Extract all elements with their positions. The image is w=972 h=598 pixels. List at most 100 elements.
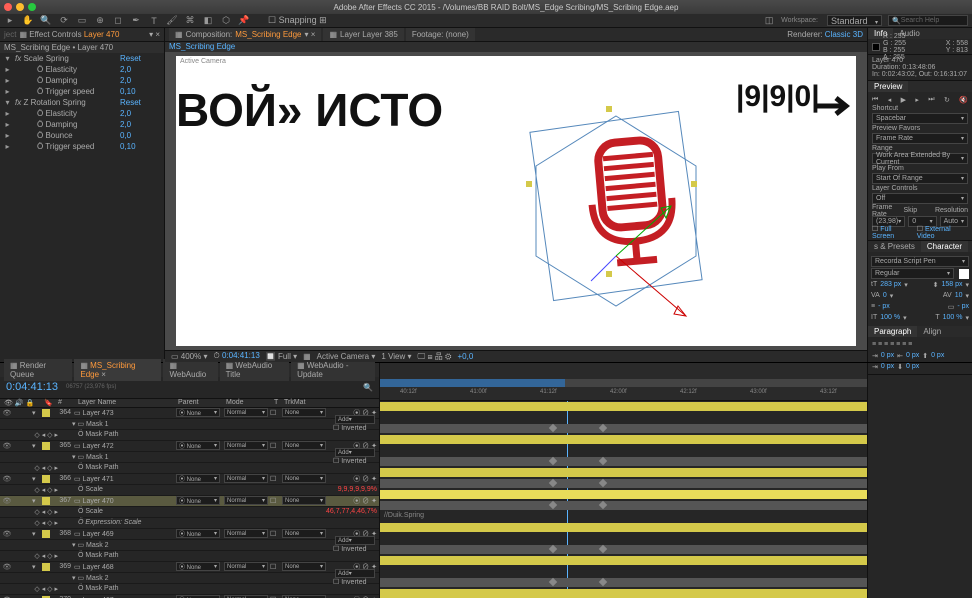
shape-tool-icon[interactable]: ◻: [112, 15, 124, 27]
layer-row[interactable]: 👁 ▾ 370▭ Layer 467 ⦿ None Normal ☐ None …: [0, 595, 379, 598]
time-ruler[interactable]: 40:12f41:00f41:12f42:00f42:12f43:00f43:1…: [380, 377, 867, 401]
layer-row[interactable]: ◇ ◂ ◇ ▸ Ö Mask Path: [0, 551, 379, 562]
para-align-buttons[interactable]: ≡ ≡ ≡ ≡ ≡ ≡ ≡: [872, 339, 968, 350]
font-dd[interactable]: Recorda Script Pen: [871, 256, 969, 267]
renderer-link[interactable]: Classic 3D: [825, 30, 863, 39]
layer-row[interactable]: 👁 ▾ 365▭ Layer 472 ⦿ None Normal ☐ None …: [0, 441, 379, 452]
layer-row[interactable]: ▾ ▭ Mask 1 Add ☐ Inverted: [0, 452, 379, 463]
trkmat-dd[interactable]: None: [282, 496, 326, 505]
mode-dd[interactable]: Normal: [224, 496, 268, 505]
trkmat-dd[interactable]: None: [282, 441, 326, 450]
puppet-tool-icon[interactable]: 📌: [238, 15, 250, 27]
res-dropdown[interactable]: 🔲 Full ▾: [266, 352, 297, 361]
mode-dd[interactable]: Normal: [224, 441, 268, 450]
prev-frame-icon[interactable]: ◂: [888, 96, 892, 104]
maximize-window[interactable]: [28, 3, 36, 11]
current-time[interactable]: 0:04:41:13: [6, 381, 58, 393]
next-frame-icon[interactable]: ▸: [915, 96, 919, 104]
layer-row[interactable]: 👁 ▾ 368▭ Layer 469 ⦿ None Normal ☐ None …: [0, 529, 379, 540]
close-window[interactable]: [4, 3, 12, 11]
search-help[interactable]: 🔍 Search Help: [888, 15, 968, 26]
camera-tool-icon[interactable]: ▭: [76, 15, 88, 27]
comp-tab-layer[interactable]: ▦ Layer Layer 385: [323, 28, 403, 41]
layer-row[interactable]: 👁 ▾ 369▭ Layer 468 ⦿ None Normal ☐ None …: [0, 562, 379, 573]
timeline-bars[interactable]: //Duik.Spring: [380, 401, 867, 589]
canvas-selected-layer[interactable]: [506, 106, 726, 346]
layer-list[interactable]: 👁 ▾ 364▭ Layer 473 ⦿ None Normal ☐ None …: [0, 408, 379, 598]
fx-prop[interactable]: ▸Ö Elasticity2,0: [0, 108, 164, 119]
comp-tab-main[interactable]: ▦ Composition: MS_Scribing Edge ▾ ×: [169, 28, 321, 41]
mode-dd[interactable]: Normal: [224, 474, 268, 483]
parent-dd[interactable]: ⦿ None: [176, 562, 220, 571]
hand-tool-icon[interactable]: ✋: [22, 15, 34, 27]
timeline-right[interactable]: 40:12f41:00f41:12f42:00f42:12f43:00f43:1…: [380, 363, 867, 598]
loop-icon[interactable]: ↻: [944, 96, 950, 104]
fx-prop[interactable]: ▸Ö Bounce0,0: [0, 130, 164, 141]
work-area-bar[interactable]: [380, 379, 867, 387]
fill-swatch[interactable]: [959, 269, 969, 279]
active-cam-dropdown[interactable]: Active Camera ▾: [317, 352, 376, 361]
fx-prop[interactable]: ▸Ö Elasticity2,0: [0, 64, 164, 75]
layer-row[interactable]: 👁 ▾ 364▭ Layer 473 ⦿ None Normal ☐ None …: [0, 408, 379, 419]
text-tool-icon[interactable]: T: [148, 15, 160, 27]
layer-row[interactable]: ◇ ◂ ◇ ▸ Ö Expression: Scale: [0, 518, 379, 529]
mag-dropdown[interactable]: ▭ 400% ▾: [171, 352, 208, 361]
eraser-tool-icon[interactable]: ◧: [202, 15, 214, 27]
layer-row[interactable]: ◇ ◂ ◇ ▸ Ö Scale46,7,77,4,46,7%: [0, 507, 379, 518]
comp-tab-footage[interactable]: Footage: (none): [406, 28, 475, 41]
tab-paragraph[interactable]: Paragraph: [868, 326, 917, 337]
fx-group[interactable]: ▾fx Scale SpringReset: [0, 53, 164, 64]
parent-dd[interactable]: ⦿ None: [176, 408, 220, 417]
playfrom-dd[interactable]: Start Of Range: [872, 173, 968, 184]
preview-transport[interactable]: ⏮ ◂ ▶ ▸ ⏭ ↻ 🔇: [872, 94, 968, 105]
project-tab-dim[interactable]: ject: [4, 30, 16, 39]
minimize-window[interactable]: [16, 3, 24, 11]
fx-prop[interactable]: ▸Ö Trigger speed0,10: [0, 86, 164, 97]
tab-align[interactable]: Align: [917, 326, 947, 337]
mode-dd[interactable]: Normal: [224, 562, 268, 571]
layer-row[interactable]: 👁 ▾ 367▭ Layer 470 ⦿ None Normal ☐ None …: [0, 496, 379, 507]
range-dd[interactable]: Work Area Extended By Current: [872, 153, 968, 164]
mode-dd[interactable]: Normal: [224, 529, 268, 538]
roto-tool-icon[interactable]: ⬡: [220, 15, 232, 27]
fx-prop[interactable]: ▸Ö Trigger speed0,10: [0, 141, 164, 152]
canvas[interactable]: Active Camera ВОЙ» ИСТО |9|9|0|: [176, 56, 856, 346]
layer-row[interactable]: ▾ ▭ Mask 1 Add ☐ Inverted: [0, 419, 379, 430]
brush-tool-icon[interactable]: 🖌: [166, 15, 178, 27]
layer-row[interactable]: ▾ ▭ Mask 2 Add ☐ Inverted: [0, 540, 379, 551]
fx-prop[interactable]: ▸Ö Damping2,0: [0, 119, 164, 130]
anchor-tool-icon[interactable]: ⊕: [94, 15, 106, 27]
viewer[interactable]: Active Camera ВОЙ» ИСТО |9|9|0|: [165, 52, 867, 350]
workspace-icon[interactable]: ◫: [763, 15, 775, 27]
play-icon[interactable]: ▶: [901, 96, 906, 104]
trkmat-dd[interactable]: None: [282, 474, 326, 483]
trkmat-dd[interactable]: None: [282, 408, 326, 417]
search-icon[interactable]: 🔍: [363, 383, 373, 392]
pen-tool-icon[interactable]: ✒: [130, 15, 142, 27]
parent-dd[interactable]: ⦿ None: [176, 496, 220, 505]
grid-icon[interactable]: ▦: [303, 352, 311, 361]
mute-icon[interactable]: 🔇: [959, 96, 968, 104]
selection-tool-icon[interactable]: ▸: [4, 15, 16, 27]
workspace-dropdown[interactable]: Standard: [827, 15, 882, 26]
time-display[interactable]: ⏱ 0:04:41:13: [214, 351, 260, 361]
rotate-tool-icon[interactable]: ⟳: [58, 15, 70, 27]
viewer-opts[interactable]: 🖵 ⊞ 品 ⚙: [418, 351, 452, 362]
fx-group[interactable]: ▾fx Z Rotation SpringReset: [0, 97, 164, 108]
last-frame-icon[interactable]: ⏭: [928, 96, 934, 104]
layer-row[interactable]: 👁 ▾ 366▭ Layer 471 ⦿ None Normal ☐ None …: [0, 474, 379, 485]
layer-row[interactable]: ◇ ◂ ◇ ▸ Ö Mask Path: [0, 584, 379, 595]
tab-presets[interactable]: s & Presets: [868, 241, 921, 252]
parent-dd[interactable]: ⦿ None: [176, 474, 220, 483]
views-dropdown[interactable]: 1 View ▾: [381, 352, 411, 361]
snapping-toggle[interactable]: ☐ Snapping ⊞: [268, 15, 327, 26]
mode-dd[interactable]: Normal: [224, 408, 268, 417]
exposure[interactable]: +0,0: [457, 352, 473, 361]
style-dd[interactable]: Regular: [871, 268, 954, 279]
trkmat-dd[interactable]: None: [282, 529, 326, 538]
tab-character[interactable]: Character: [921, 241, 968, 252]
layer-row[interactable]: ▾ ▭ Mask 2 Add ☐ Inverted: [0, 573, 379, 584]
layer-row[interactable]: ◇ ◂ ◇ ▸ Ö Mask Path: [0, 430, 379, 441]
clone-tool-icon[interactable]: ⌘: [184, 15, 196, 27]
first-frame-icon[interactable]: ⏮: [872, 96, 878, 104]
